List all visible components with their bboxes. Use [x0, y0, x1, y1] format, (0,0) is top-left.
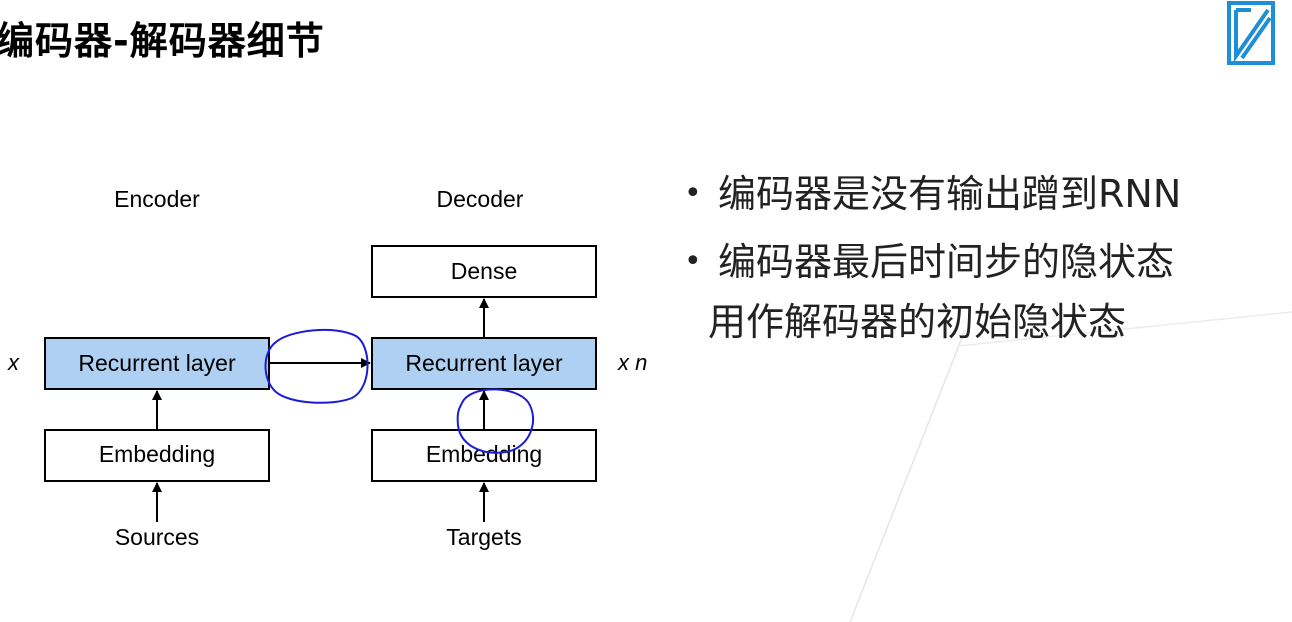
decoder-dense-label: Dense [451, 258, 517, 284]
bullet-dot-icon: • [684, 176, 702, 211]
bullet-list: • 编码器是没有输出蹭到RNN • 编码器最后时间步的隐状态 用作解码器的初始隐… [680, 164, 1292, 360]
bullet-text: 编码器最后时间步的隐状态 [718, 240, 1175, 284]
bullet-item: • 编码器是没有输出蹭到RNN [680, 164, 1292, 224]
encoder-embedding-label: Embedding [99, 441, 215, 467]
bullet-item: • 编码器最后时间步的隐状态 用作解码器的初始隐状态 [680, 232, 1292, 352]
bullet-text: 编码器是没有输出蹭到RNN [718, 172, 1182, 216]
decoder-heading: Decoder [437, 186, 524, 212]
encoder-input-label: Sources [115, 524, 199, 550]
encoder-repeat-marker: x [7, 350, 20, 375]
decoder-recurrent-label: Recurrent layer [405, 350, 563, 376]
decoder-input-label: Targets [446, 524, 521, 550]
decoder-embedding-label: Embedding [426, 441, 542, 467]
encoder-recurrent-label: Recurrent layer [78, 350, 236, 376]
bullet-dot-icon: • [684, 244, 702, 279]
annotation-circle-state-transfer [264, 328, 369, 404]
decoder-repeat-marker: x n [617, 350, 647, 375]
encoder-heading: Encoder [114, 186, 200, 212]
bullet-text-continuation: 用作解码器的初始隐状态 [708, 300, 1127, 344]
encoder-decoder-diagram: Encoder Recurrent layer x Embedding Sour… [7, 186, 647, 550]
